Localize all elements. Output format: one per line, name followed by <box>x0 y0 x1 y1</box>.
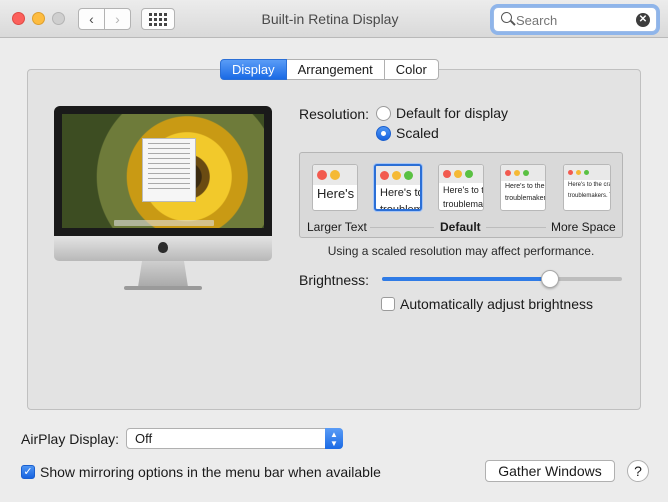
resolution-label: Resolution: <box>299 106 370 122</box>
close-window-button[interactable] <box>12 12 25 25</box>
scale-option-text-line2: troublemakers. <box>505 195 546 203</box>
imac-stand <box>138 261 188 287</box>
mirroring-checkbox[interactable]: ✓ Show mirroring options in the menu bar… <box>21 464 381 480</box>
zoom-window-button <box>52 12 65 25</box>
scale-option-text: Here's to the crazy <box>568 182 610 188</box>
imac-chin <box>54 236 272 261</box>
larger-text-label: Larger Text <box>307 220 367 234</box>
chevron-right-icon: › <box>115 11 120 27</box>
forward-button[interactable]: › <box>104 8 131 30</box>
scale-option-text-line2: troublemakers. The <box>568 192 610 199</box>
airplay-display-select[interactable]: Off ▲ ▼ <box>126 428 343 449</box>
minimize-window-button[interactable] <box>32 12 45 25</box>
auto-brightness-checkbox[interactable]: Automatically adjust brightness <box>381 296 593 312</box>
more-space-label: More Space <box>551 220 616 234</box>
brightness-slider-knob[interactable] <box>541 270 559 288</box>
scale-option-text-line2: troublemak <box>443 199 484 210</box>
airplay-label: AirPlay Display: <box>21 431 120 447</box>
default-resolution-label: Default for display <box>396 105 509 121</box>
scale-divider-right <box>486 227 546 228</box>
search-icon <box>501 12 512 23</box>
mirroring-checkbox-box[interactable]: ✓ <box>21 465 35 479</box>
default-scale-label: Default <box>440 220 481 234</box>
scale-option-2[interactable]: Here's to troublem <box>374 164 422 211</box>
tab-arrangement[interactable]: Arrangement <box>286 59 385 80</box>
desktop-wallpaper <box>62 114 264 228</box>
scale-option-3[interactable]: Here's to th troublemak <box>438 164 484 211</box>
mirroring-label: Show mirroring options in the menu bar w… <box>40 464 381 480</box>
scale-option-5[interactable]: Here's to the crazy troublemakers. The <box>563 164 611 211</box>
radio-default-indicator[interactable] <box>376 105 391 121</box>
scale-option-1[interactable]: Here's <box>312 164 358 211</box>
scale-option-text: Here's to th <box>443 185 484 195</box>
imac-foot <box>124 286 202 290</box>
help-button[interactable]: ? <box>627 460 649 482</box>
updown-chevron-icon: ▲ ▼ <box>325 428 343 449</box>
scale-option-text: Here's to the cr <box>505 183 545 190</box>
clear-search-icon[interactable]: ✕ <box>636 13 650 27</box>
scale-option-text: Here's <box>317 186 355 201</box>
window-title: Built-in Retina Display <box>261 11 399 27</box>
scaled-resolution-label: Scaled <box>396 125 439 141</box>
document-window-thumbnail <box>142 138 196 202</box>
scale-option-text: Here's to <box>380 187 422 199</box>
gather-windows-button[interactable]: Gather Windows <box>485 460 615 482</box>
apple-logo-icon <box>158 242 168 253</box>
default-resolution-radio[interactable]: Default for display <box>376 105 508 121</box>
scale-option-text-line2: troublem <box>380 203 422 211</box>
search-field[interactable]: ✕ <box>493 7 657 32</box>
brightness-label: Brightness: <box>299 272 370 288</box>
chevron-left-icon: ‹ <box>89 11 94 27</box>
show-all-button[interactable] <box>141 8 175 30</box>
tab-color[interactable]: Color <box>384 59 439 80</box>
tab-display[interactable]: Display <box>220 59 287 80</box>
auto-brightness-checkbox-box[interactable] <box>381 297 395 311</box>
back-button[interactable]: ‹ <box>78 8 105 30</box>
auto-brightness-label: Automatically adjust brightness <box>400 296 593 312</box>
search-input[interactable] <box>516 11 626 29</box>
scale-option-4[interactable]: Here's to the cr troublemakers. <box>500 164 546 211</box>
grid-icon <box>149 12 167 26</box>
tab-bar: Display Arrangement Color <box>220 59 439 80</box>
title-bar: ‹ › Built-in Retina Display ✕ <box>0 0 668 38</box>
radio-scaled-indicator[interactable] <box>376 125 391 141</box>
airplay-selected-value: Off <box>135 431 153 446</box>
imac-screen <box>54 106 272 236</box>
scale-divider-left <box>370 227 434 228</box>
dock-thumbnail <box>114 220 214 226</box>
performance-note: Using a scaled resolution may affect per… <box>327 244 595 258</box>
brightness-slider-fill <box>382 277 550 281</box>
brightness-slider[interactable] <box>382 270 622 288</box>
scaled-resolution-radio[interactable]: Scaled <box>376 125 439 141</box>
